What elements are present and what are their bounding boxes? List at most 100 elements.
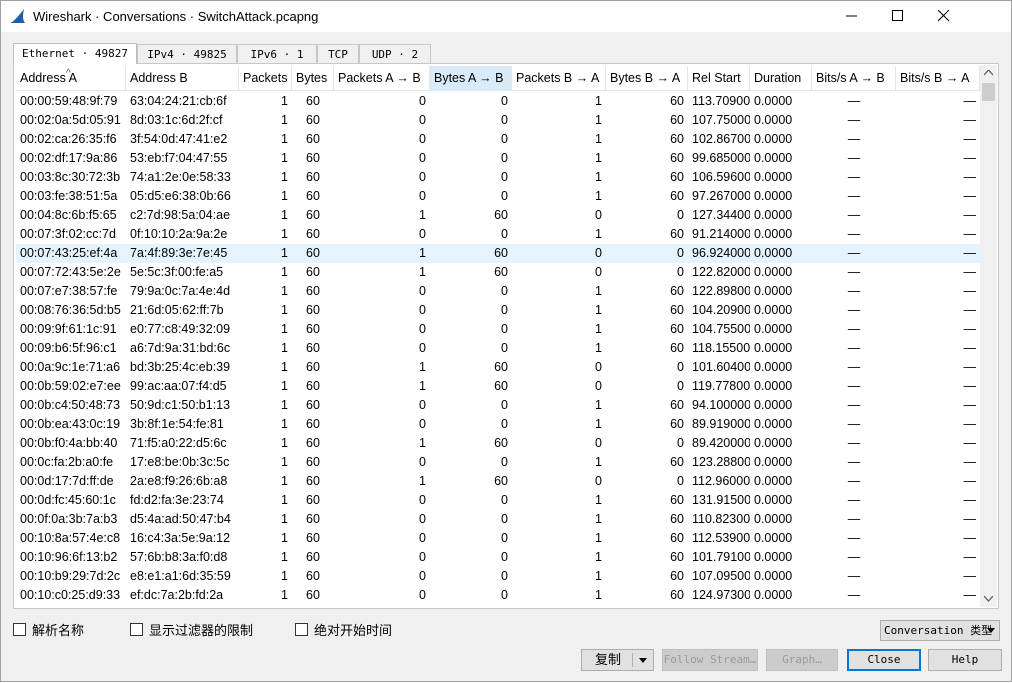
- cell-address-b: 53:eb:f7:04:47:55: [130, 151, 228, 165]
- table-row[interactable]: 00:03:fe:38:51:5a 05:d5:e6:38:0b:66 1 60 0 0 1…: [16, 187, 980, 206]
- column-header-rel-start[interactable]: Rel Start: [688, 66, 750, 91]
- column-header-address-a[interactable]: Address A ^: [16, 66, 126, 91]
- cell-packets-a-to-b: 0: [419, 569, 426, 583]
- absolute-start-time-checkbox[interactable]: 绝对开始时间: [295, 621, 392, 638]
- cell-duration: 0.0000: [754, 246, 793, 260]
- column-header-bytes[interactable]: Bytes: [292, 66, 334, 91]
- table-row[interactable]: 00:02:0a:5d:05:91 8d:03:1c:6d:2f:cf 1 60 0 0 1…: [16, 111, 980, 130]
- column-header-duration[interactable]: Duration: [750, 66, 812, 91]
- cell-bytes: 60: [306, 550, 320, 564]
- table-row[interactable]: 00:0b:ea:43:0c:19 3b:8f:1e:54:fe:81 1 60 0 0 1…: [16, 415, 980, 434]
- chevron-down-icon[interactable]: [639, 658, 647, 663]
- table-row[interactable]: 00:02:df:17:9a:86 53:eb:f7:04:47:55 1 60 0 0 1…: [16, 149, 980, 168]
- scroll-up-icon[interactable]: [984, 70, 993, 76]
- checkbox-box[interactable]: [295, 622, 308, 636]
- table-row[interactable]: 00:08:76:36:5d:b5 21:6d:05:62:ff:7b 1 60 0 0 1…: [16, 301, 980, 320]
- cell-packets: 1: [281, 284, 288, 298]
- close-button[interactable]: Close: [847, 649, 921, 671]
- table-row[interactable]: 00:07:3f:02:cc:7d 0f:10:10:2a:9a:2e 1 60 0 0 1…: [16, 225, 980, 244]
- maximize-button[interactable]: [875, 1, 921, 32]
- table-row[interactable]: 00:0b:c4:50:48:73 50:9d:c1:50:b1:13 1 60 0 0 1…: [16, 396, 980, 415]
- conversation-type-dropdown[interactable]: Conversation 类型: [880, 620, 1000, 641]
- table-row[interactable]: 00:04:8c:6b:f5:65 c2:7d:98:5a:04:ae 1 60 1 60…: [16, 206, 980, 225]
- cell-packets: 1: [281, 550, 288, 564]
- minimize-button[interactable]: [829, 1, 875, 32]
- tab-ipv6[interactable]: IPv6 · 1: [237, 44, 317, 64]
- table-row[interactable]: 00:0d:17:7d:ff:de 2a:e8:f9:26:6b:a8 1 60 1 60…: [16, 472, 980, 491]
- table-row[interactable]: 00:0a:9c:1e:71:a6 bd:3b:25:4c:eb:39 1 60 1 60…: [16, 358, 980, 377]
- table-row[interactable]: 00:07:43:25:ef:4a 7a:4f:89:3e:7e:45 1 60 1 60…: [16, 244, 980, 263]
- table-row[interactable]: 00:0b:f0:4a:bb:40 71:f5:a0:22:d5:6c 1 60 1 60…: [16, 434, 980, 453]
- table-row[interactable]: 00:0d:fc:45:60:1c fd:d2:fa:3e:23:74 1 60 0 0 1…: [16, 491, 980, 510]
- copy-button[interactable]: 复制: [581, 649, 654, 671]
- cell-bits-b-to-a: —: [963, 303, 977, 317]
- table-row[interactable]: 00:0f:0a:3b:7a:b3 d5:4a:ad:50:47:b4 1 60 0 0 1…: [16, 510, 980, 529]
- table-row[interactable]: 00:07:e7:38:57:fe 79:9a:0c:7a:4e:4d 1 60 0 0 1…: [16, 282, 980, 301]
- tab-ethernet[interactable]: Ethernet · 49827: [13, 43, 137, 64]
- table-row[interactable]: 00:0b:59:02:e7:ee 99:ac:aa:07:f4:d5 1 60 1 60…: [16, 377, 980, 396]
- scrollbar-thumb[interactable]: [982, 83, 995, 101]
- help-button[interactable]: Help: [928, 649, 1002, 671]
- tab-tcp[interactable]: TCP: [317, 44, 359, 64]
- cell-duration: 0.0000: [754, 569, 793, 583]
- graph-button[interactable]: Graph…: [766, 649, 838, 671]
- cell-bits-a-to-b: —: [847, 322, 861, 336]
- cell-bytes-b-to-a: 60: [670, 512, 684, 526]
- cell-duration: 0.0000: [754, 531, 793, 545]
- table-row[interactable]: 00:03:8c:30:72:3b 74:a1:2e:0e:58:33 1 60 0 0 1…: [16, 168, 980, 187]
- limit-to-filter-checkbox[interactable]: 显示过滤器的限制: [130, 621, 253, 638]
- cell-bits-b-to-a: —: [963, 512, 977, 526]
- cell-bits-b-to-a: —: [963, 379, 977, 393]
- table-row[interactable]: 00:09:b6:5f:96:c1 a6:7d:9a:31:bd:6c 1 60 0 0 1…: [16, 339, 980, 358]
- column-header-bytes-b-to-a[interactable]: Bytes B → A: [606, 66, 688, 91]
- cell-bits-a-to-b: —: [847, 360, 861, 374]
- cell-packets-a-to-b: 1: [419, 265, 426, 279]
- column-header-address-b[interactable]: Address B: [126, 66, 239, 91]
- column-header-bits-a-to-b[interactable]: Bits/s A → B: [812, 66, 896, 91]
- cell-bits-b-to-a: —: [963, 322, 977, 336]
- table-row[interactable]: 00:10:8a:57:4e:c8 16:c4:3a:5e:9a:12 1 60 0 0 1…: [16, 529, 980, 548]
- conversations-window: Wireshark · Conversations · SwitchAttack…: [0, 0, 1012, 682]
- cell-packets: 1: [281, 588, 288, 602]
- cell-address-b: 2a:e8:f9:26:6b:a8: [130, 474, 228, 488]
- column-header-packets-a-to-b[interactable]: Packets A → B: [334, 66, 430, 91]
- table-row[interactable]: 00:09:9f:61:1c:91 e0:77:c8:49:32:09 1 60 0 0 1…: [16, 320, 980, 339]
- cell-address-a: 00:00:59:48:9f:79: [20, 94, 118, 108]
- cell-packets-b-to-a: 1: [595, 189, 602, 203]
- vertical-scrollbar[interactable]: [980, 65, 997, 607]
- column-header-packets[interactable]: Packets: [239, 66, 292, 91]
- cell-bits-b-to-a: —: [963, 493, 977, 507]
- table-row[interactable]: 00:10:96:6f:13:b2 57:6b:b8:3a:f0:d8 1 60 0 0 1…: [16, 548, 980, 567]
- resolve-names-checkbox[interactable]: 解析名称: [13, 621, 84, 638]
- follow-stream-button[interactable]: Follow Stream…: [662, 649, 758, 671]
- cell-bits-b-to-a: —: [963, 569, 977, 583]
- column-header-packets-b-to-a[interactable]: Packets B → A: [512, 66, 606, 91]
- table-row[interactable]: 00:0c:fa:2b:a0:fe 17:e8:be:0b:3c:5c 1 60 0 0 1…: [16, 453, 980, 472]
- table-row[interactable]: 00:07:72:43:5e:2e 5e:5c:3f:00:fe:a5 1 60 1 60…: [16, 263, 980, 282]
- cell-rel-start: 119.778000: [692, 379, 750, 393]
- cell-bytes-b-to-a: 60: [670, 322, 684, 336]
- cell-packets: 1: [281, 398, 288, 412]
- tab-ipv4[interactable]: IPv4 · 49825: [137, 44, 237, 64]
- table-row[interactable]: 00:00:59:48:9f:79 63:04:24:21:cb:6f 1 60 0 0 1…: [16, 92, 980, 111]
- column-header-bits-b-to-a[interactable]: Bits/s B → A: [896, 66, 980, 91]
- cell-address-b: 17:e8:be:0b:3c:5c: [130, 455, 230, 469]
- cell-packets-a-to-b: 0: [419, 341, 426, 355]
- checkbox-box[interactable]: [13, 622, 26, 636]
- table-row[interactable]: 00:10:b9:29:7d:2c e8:e1:a1:6d:35:59 1 60 0 0 1…: [16, 567, 980, 586]
- cell-packets-b-to-a: 1: [595, 417, 602, 431]
- scroll-down-icon[interactable]: [984, 596, 993, 602]
- cell-bytes: 60: [306, 265, 320, 279]
- cell-address-a: 00:0b:ea:43:0c:19: [20, 417, 121, 431]
- cell-bytes-b-to-a: 60: [670, 341, 684, 355]
- tab-udp[interactable]: UDP · 2: [359, 44, 431, 64]
- cell-address-b: 7a:4f:89:3e:7e:45: [130, 246, 228, 260]
- cell-packets: 1: [281, 436, 288, 450]
- column-header-bytes-a-to-b[interactable]: Bytes A → B: [430, 66, 512, 91]
- close-window-button[interactable]: [921, 1, 967, 32]
- cell-bytes-b-to-a: 60: [670, 113, 684, 127]
- cell-bytes-b-to-a: 0: [677, 265, 684, 279]
- checkbox-box[interactable]: [130, 622, 143, 636]
- table-row[interactable]: 00:10:c0:25:d9:33 ef:dc:7a:2b:fd:2a 1 60 0 0 1…: [16, 586, 980, 605]
- table-row[interactable]: 00:02:ca:26:35:f6 3f:54:0d:47:41:e2 1 60 0 0 1…: [16, 130, 980, 149]
